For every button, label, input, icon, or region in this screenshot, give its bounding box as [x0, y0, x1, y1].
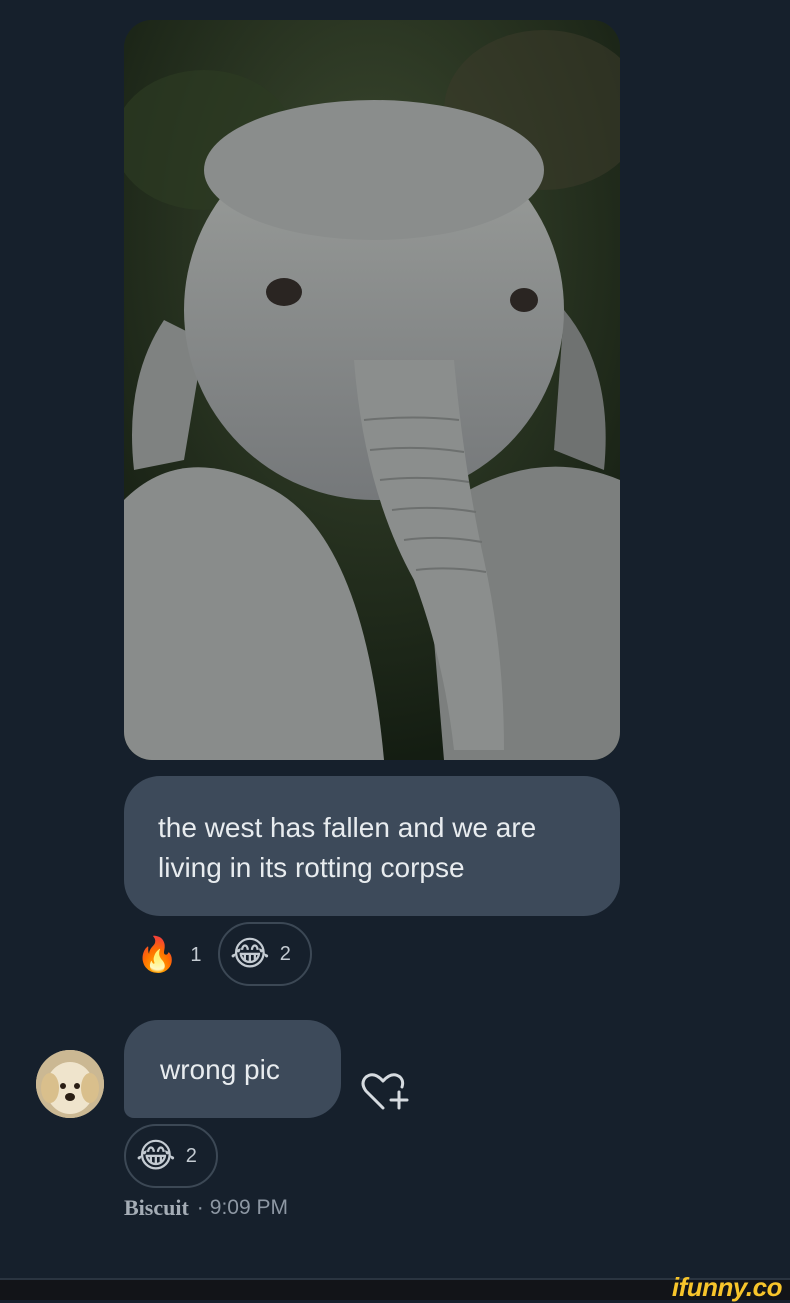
heart-plus-icon[interactable]	[356, 1066, 412, 1116]
reaction-tears-of-joy[interactable]: 😂 2	[218, 922, 312, 986]
reaction-fire[interactable]: 🔥 1	[136, 930, 201, 980]
message-meta: Biscuit · 9:09 PM	[124, 1194, 288, 1222]
timestamp: 9:09 PM	[209, 1196, 289, 1219]
separator: ·	[196, 1196, 204, 1219]
reaction-count: 2	[185, 1144, 197, 1167]
shared-photo-baby-elephant[interactable]	[124, 20, 620, 760]
message-bubble-received[interactable]: wrong pic	[124, 1020, 341, 1118]
sender-name[interactable]: Biscuit	[124, 1195, 189, 1221]
reaction-count: 2	[279, 942, 291, 965]
tears-of-joy-emoji-icon: 😂	[230, 935, 270, 973]
fire-emoji-icon: 🔥	[136, 936, 179, 974]
sender-avatar[interactable]	[36, 1050, 104, 1118]
watermark-logo: ifunny.co	[671, 1272, 783, 1302]
reaction-tears-of-joy[interactable]: 😂 2	[124, 1124, 218, 1188]
message-text: wrong pic	[160, 1054, 280, 1085]
message-text: the west has fallen and we are living in…	[158, 812, 537, 883]
reaction-count: 1	[190, 943, 202, 966]
message-bubble-sent[interactable]: the west has fallen and we are living in…	[124, 776, 620, 916]
tears-of-joy-emoji-icon: 😂	[136, 1137, 176, 1175]
